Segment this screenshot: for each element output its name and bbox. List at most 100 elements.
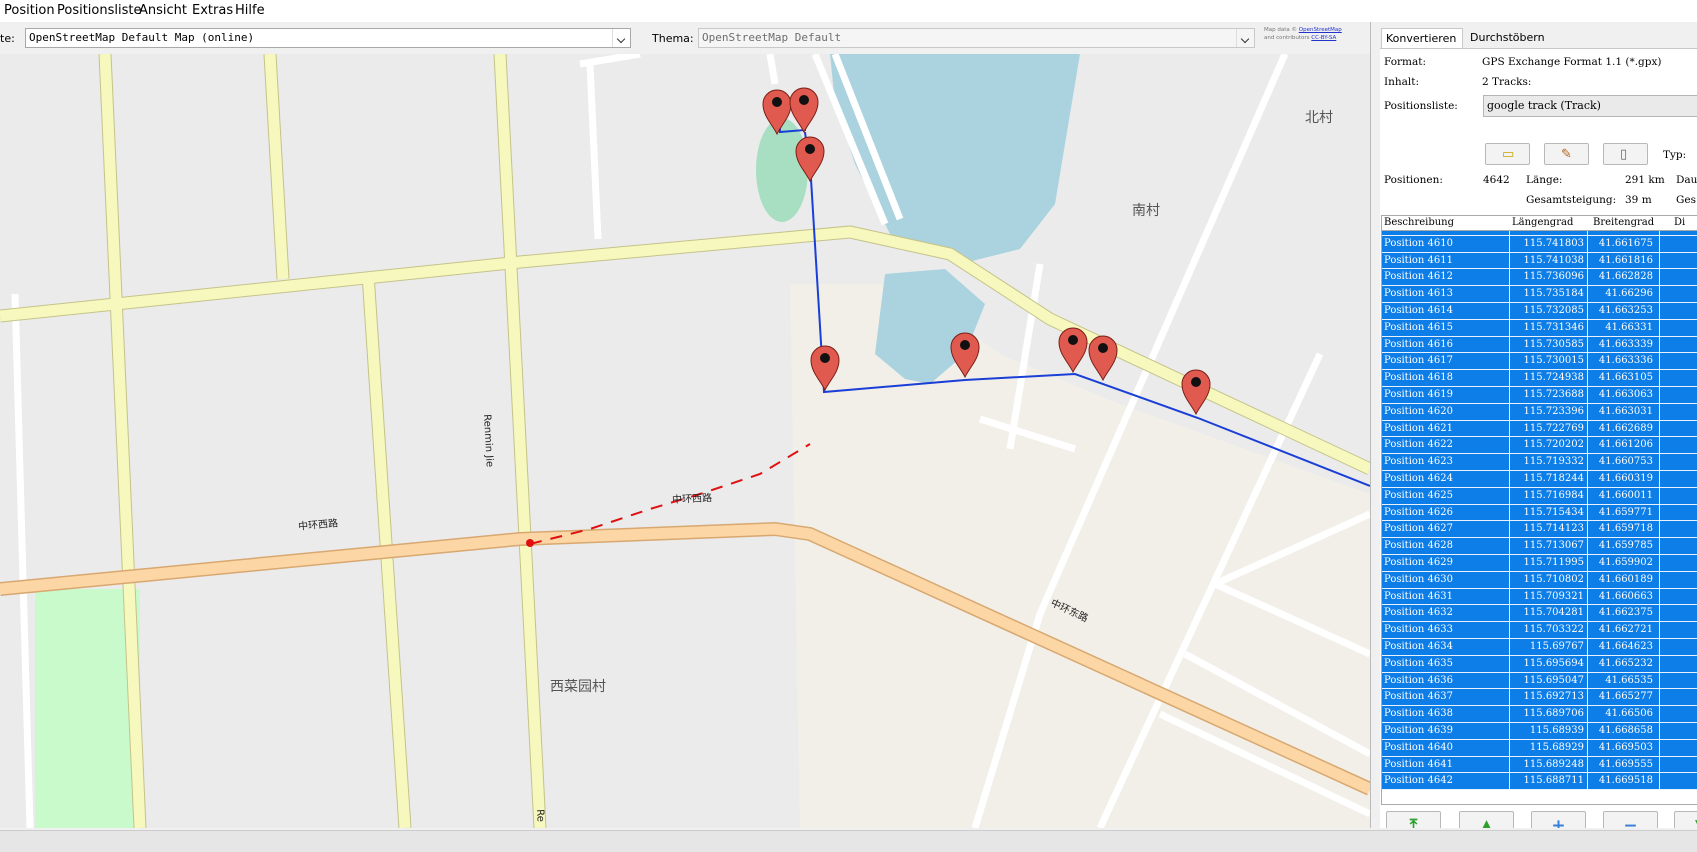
cell-separator [1587,370,1588,387]
cell-beschreibung: Position 4625 [1384,489,1453,501]
new-list-button[interactable]: ▭ [1485,143,1530,165]
move-to-top-button[interactable]: ⤒ [1386,811,1441,828]
table-row[interactable]: Position 4636 115.695047 41.66535 [1382,672,1697,690]
cell-separator [1587,504,1588,522]
menu-ansicht[interactable]: Ansicht [139,3,187,18]
dauer-label: Daue [1676,174,1697,186]
tab-durchstoebern[interactable]: Durchstöbern [1466,28,1551,48]
cell-separator [1509,588,1510,606]
table-row[interactable]: Position 4642 115.688711 41.669518 [1382,773,1697,791]
map-track-start-point [526,539,534,547]
place-label-beicun: 北村 [1305,110,1333,126]
table-row[interactable]: Position 4612 115.736096 41.662828 [1382,269,1697,287]
table-row[interactable]: Position 4617 115.730015 41.663336 [1382,353,1697,371]
cell-laengengrad: 115.730585 [1523,338,1584,350]
gesamtsteigung-label: Gesamtsteigung: [1526,194,1617,206]
cell-separator [1587,303,1588,320]
cell-separator [1587,319,1588,337]
table-row[interactable]: Position 4613 115.735184 41.66296 [1382,286,1697,303]
table-row[interactable]: Position 4628 115.713067 41.659785 [1382,538,1697,555]
menu-hilfe[interactable]: Hilfe [235,3,265,18]
cell-laengengrad: 115.68929 [1529,741,1584,753]
cell-separator [1509,303,1510,320]
map-view[interactable]: 北村 南村 西菜园村 中环西路 中环西路 中环东路 Renmin Jie Re [0,54,1370,828]
table-row[interactable]: Position 4638 115.689706 41.66506 [1382,706,1697,723]
delete-list-button[interactable]: ▯ [1603,143,1648,165]
cell-separator [1509,487,1510,505]
table-row[interactable]: Position 4615 115.731346 41.66331 [1382,319,1697,337]
table-row[interactable]: Position 4623 115.719332 41.660753 [1382,454,1697,471]
move-up-button[interactable]: ▲ [1459,811,1514,828]
positions-table[interactable]: Position 4609115.74210741.661646Position… [1381,215,1697,805]
table-row[interactable]: Position 4619 115.723688 41.663063 [1382,387,1697,404]
map-source-select[interactable]: OpenStreetMap Default Map (online) [25,28,631,48]
table-row[interactable]: Position 4621 115.722769 41.662689 [1382,420,1697,438]
menu-extras[interactable]: Extras [192,3,233,18]
table-row[interactable]: Position 4627 115.714123 41.659718 [1382,521,1697,539]
arrow-top-icon: ⤒ [1409,816,1418,828]
table-row[interactable]: Position 4630 115.710802 41.660189 [1382,571,1697,589]
cell-separator [1659,487,1660,505]
table-row[interactable]: Position 4637 115.692713 41.665277 [1382,689,1697,707]
positionsliste-select[interactable]: google track (Track) [1483,95,1697,117]
col-header-beschreibung[interactable]: Beschreibung [1384,217,1454,228]
cell-separator [1659,605,1660,623]
theme-select[interactable]: OpenStreetMap Default [698,28,1255,48]
cell-breitengrad: 41.662828 [1598,271,1653,283]
cell-beschreibung: Position 4612 [1384,271,1453,283]
cell-separator [1659,571,1660,589]
menu-position[interactable]: Position [4,3,55,18]
col-header-laengengrad[interactable]: Längengrad [1512,217,1573,228]
remove-position-button[interactable]: − [1603,811,1658,828]
table-row[interactable]: Position 4634 115.69767 41.664623 [1382,639,1697,656]
table-row[interactable]: Position 4632 115.704281 41.662375 [1382,605,1697,623]
attribution-license-link[interactable]: CC-BY-SA [1311,35,1336,41]
table-row[interactable]: Position 4639 115.68939 41.668658 [1382,723,1697,740]
attribution-osm-link[interactable]: OpenStreetMap [1299,27,1342,33]
table-row[interactable]: Position 4633 115.703322 41.662721 [1382,622,1697,639]
table-row[interactable]: Position 4640 115.68929 41.669503 [1382,739,1697,757]
table-row[interactable]: Position 4610 115.741803 41.661675 [1382,235,1697,253]
cell-separator [1587,706,1588,723]
col-header-breitengrad[interactable]: Breitengrad [1593,217,1654,228]
table-row[interactable]: Position 4635 115.695694 41.665232 [1382,655,1697,673]
tab-konvertieren[interactable]: Konvertieren [1381,28,1463,48]
table-row[interactable]: Position 4620 115.723396 41.663031 [1382,403,1697,421]
cell-separator [1509,655,1510,673]
cell-breitengrad: 41.660319 [1598,473,1653,484]
move-down-button[interactable]: ▼ [1674,811,1697,828]
inhalt-label: Inhalt: [1384,76,1420,88]
add-position-button[interactable]: + [1531,811,1586,828]
table-row[interactable]: Position 4616 115.730585 41.663339 [1382,336,1697,354]
edit-list-button[interactable]: ✎ [1544,143,1589,165]
cell-separator [1587,739,1588,757]
cell-beschreibung: Position 4618 [1384,372,1453,384]
table-row[interactable]: Position 4629 115.711995 41.659902 [1382,555,1697,572]
cell-separator [1587,689,1588,707]
table-row[interactable]: Position 4618 115.724938 41.663105 [1382,370,1697,387]
cell-laengengrad: 115.704281 [1523,607,1584,619]
inhalt-value: 2 Tracks: [1482,76,1532,88]
cell-separator [1659,303,1660,320]
table-row[interactable]: Position 4641 115.689248 41.669555 [1382,756,1697,774]
table-row[interactable]: Position 4626 115.715434 41.659771 [1382,504,1697,522]
table-row[interactable]: Position 4625 115.716984 41.660011 [1382,487,1697,505]
cell-separator [1587,588,1588,606]
cell-laengengrad: 115.692713 [1523,691,1584,703]
cell-breitengrad: 41.663105 [1598,372,1653,384]
cell-laengengrad: 115.741038 [1523,254,1584,266]
table-row[interactable]: Position 4614 115.732085 41.663253 [1382,303,1697,320]
theme-value: OpenStreetMap Default [702,31,842,44]
menu-bar: Position Positionsliste Ansicht Extras H… [0,0,1697,23]
menu-positionsliste[interactable]: Positionsliste [57,3,141,18]
cell-breitengrad: 41.669555 [1598,758,1653,770]
positions-table-header: Beschreibung Längengrad Breitengrad Di [1382,216,1697,231]
table-row[interactable]: Position 4622 115.720202 41.661206 [1382,437,1697,455]
cell-separator [1587,420,1588,438]
cell-separator [1509,756,1510,774]
table-row[interactable]: Position 4611 115.741038 41.661816 [1382,252,1697,270]
table-row[interactable]: Position 4624 115.718244 41.660319 [1382,471,1697,488]
cell-separator [1659,403,1660,421]
table-row[interactable]: Position 4631 115.709321 41.660663 [1382,588,1697,606]
col-header-distanz[interactable]: Di [1674,217,1685,228]
